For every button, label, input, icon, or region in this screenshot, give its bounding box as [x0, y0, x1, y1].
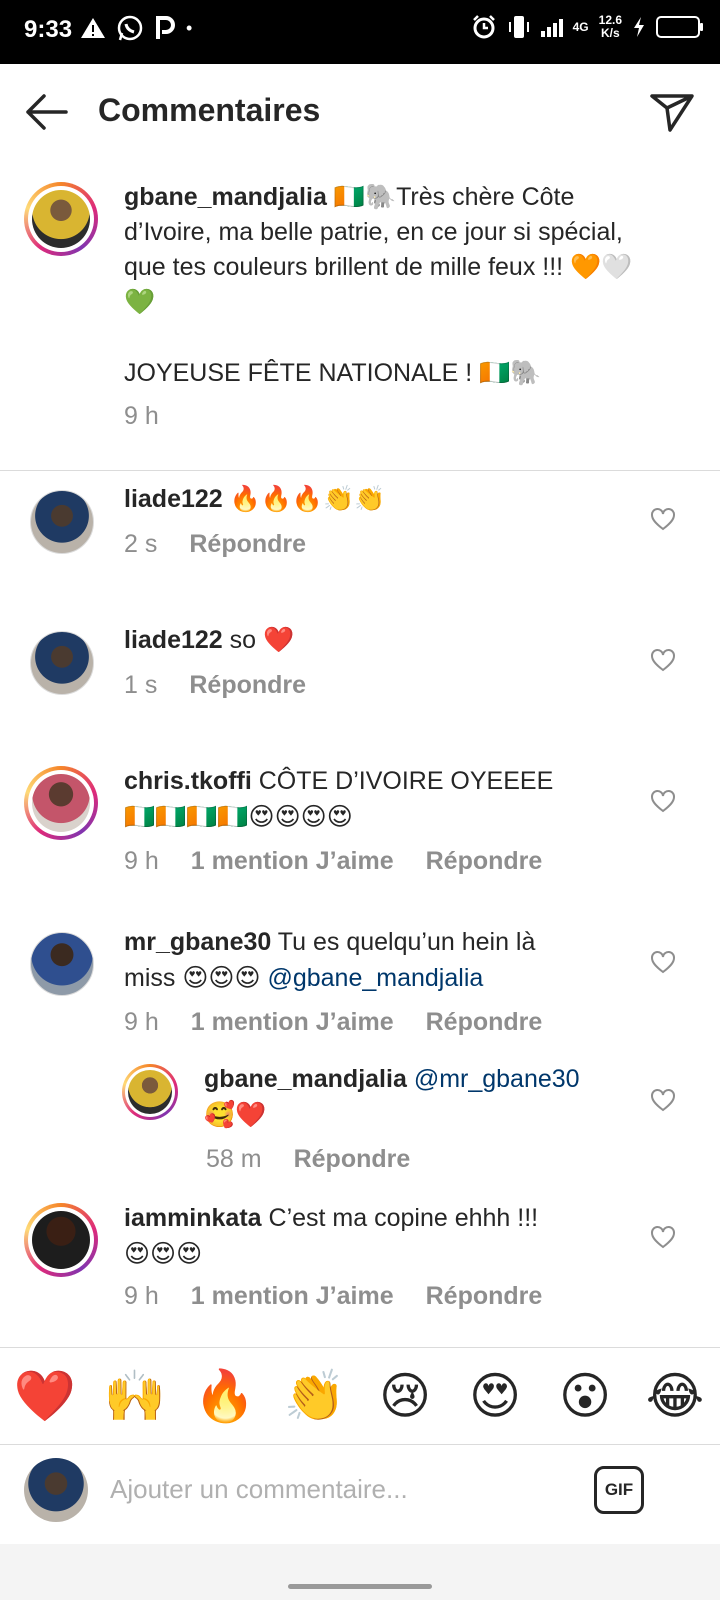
comment-text: iamminkata C’est ma copine ehhh !!! — [124, 1201, 644, 1236]
status-dot: • — [186, 17, 193, 38]
my-avatar — [24, 1458, 88, 1522]
gif-button[interactable]: GIF — [594, 1466, 644, 1514]
comment-time: 9 h — [124, 1008, 159, 1036]
reply-meta: 58 m Répondre — [206, 1145, 410, 1174]
direct-send-icon[interactable] — [648, 90, 696, 134]
comment-input[interactable]: Ajouter un commentaire... — [110, 1474, 408, 1505]
comment-username[interactable]: chris.tkoffi — [124, 767, 252, 795]
comment-username[interactable]: liade122 — [124, 485, 223, 513]
reaction-raised-hands[interactable]: 🙌 — [100, 1367, 170, 1426]
quick-reactions-bar: ❤️ 🙌 🔥 👏 😢 😍 😮 😂 — [0, 1347, 720, 1445]
reaction-fire[interactable]: 🔥 — [190, 1367, 260, 1426]
caption-text: gbane_mandjalia 🇨🇮🐘Très chère Côte d’Ivo… — [124, 180, 644, 320]
avatar[interactable] — [30, 932, 94, 996]
reaction-heart-eyes[interactable]: 😍 — [460, 1367, 530, 1425]
comment-username[interactable]: liade122 — [124, 626, 223, 654]
reaction-surprised[interactable]: 😮 — [550, 1367, 620, 1425]
comment-text: liade122 so ❤️ — [124, 623, 644, 658]
mention-link[interactable]: @gbane_mandjalia — [267, 964, 483, 992]
warning-icon — [81, 18, 105, 38]
status-bar: 9:33 • 4G 12.6 K/s — [0, 0, 720, 64]
avatar[interactable] — [24, 1203, 98, 1277]
comment-body: Tu es quelqu’un hein là — [277, 928, 536, 956]
caption-text-2: JOYEUSE FÊTE NATIONALE ! 🇨🇮🐘 — [124, 359, 542, 387]
comment-body: so ❤️ — [229, 626, 295, 654]
notification-icons: • — [80, 14, 192, 42]
comment-meta: 9 h 1 mention J’aime Répondre — [124, 1008, 542, 1037]
comment-text: mr_gbane30 Tu es quelqu’un hein là — [124, 925, 644, 960]
header: Commentaires — [0, 64, 720, 160]
comment-body-2: miss 😍😍😍 — [124, 964, 261, 992]
comment-time: 1 s — [124, 671, 158, 699]
parking-icon — [156, 16, 175, 39]
caption-time: 9 h — [124, 402, 159, 430]
reply-username[interactable]: gbane_mandjalia — [204, 1065, 407, 1093]
comment-text-2: miss 😍😍😍 @gbane_mandjalia — [124, 961, 483, 996]
system-icons: 4G 12.6 K/s — [471, 14, 703, 40]
reply-button[interactable]: Répondre — [189, 671, 306, 700]
battery-icon — [656, 16, 703, 38]
signal-icon — [540, 17, 563, 37]
like-heart-icon[interactable] — [650, 789, 676, 813]
comment-meta: 1 s Répondre — [124, 671, 306, 700]
back-arrow-icon[interactable] — [22, 90, 70, 134]
comment-text-2: 🇨🇮🇨🇮🇨🇮🇨🇮😍😍😍😍 — [124, 803, 353, 831]
avatar[interactable] — [30, 490, 94, 554]
system-nav-bar — [0, 1544, 720, 1600]
comment-body: 🔥🔥🔥👏👏 — [229, 485, 386, 513]
comment-meta: 2 s Répondre — [124, 530, 306, 559]
reply-button[interactable]: Répondre — [426, 1008, 543, 1037]
like-heart-icon[interactable] — [650, 1088, 676, 1112]
comment-body: C’est ma copine ehhh !!! — [268, 1204, 539, 1232]
comment-time: 9 h — [124, 847, 159, 875]
like-heart-icon[interactable] — [650, 507, 676, 531]
comment-text-2: 😍😍😍 — [124, 1240, 203, 1268]
comment-body: CÔTE D’IVOIRE OYEEEE — [258, 767, 554, 795]
reaction-laughing[interactable]: 😂 — [640, 1367, 710, 1425]
home-indicator[interactable] — [288, 1584, 432, 1589]
post-caption: gbane_mandjalia 🇨🇮🐘Très chère Côte d’Ivo… — [0, 160, 720, 471]
like-heart-icon[interactable] — [650, 950, 676, 974]
comment-username[interactable]: mr_gbane30 — [124, 928, 271, 956]
avatar[interactable] — [24, 766, 98, 840]
avatar[interactable] — [30, 631, 94, 695]
whatsapp-icon — [117, 15, 143, 41]
like-count[interactable]: 1 mention J’aime — [191, 847, 394, 876]
reply-text: gbane_mandjalia @mr_gbane30 — [204, 1062, 644, 1097]
avatar[interactable] — [122, 1064, 178, 1120]
comment-username[interactable]: iamminkata — [124, 1204, 262, 1232]
charging-icon — [634, 17, 644, 37]
comment-meta: 9 h 1 mention J’aime Répondre — [124, 847, 542, 876]
reaction-heart[interactable]: ❤️ — [10, 1367, 80, 1426]
reply-button[interactable]: Répondre — [294, 1145, 411, 1174]
caption-username[interactable]: gbane_mandjalia — [124, 183, 327, 211]
like-heart-icon[interactable] — [650, 1225, 676, 1249]
reaction-clap[interactable]: 👏 — [280, 1367, 350, 1426]
speed-unit: K/s — [600, 26, 620, 40]
reply-text-2: 🥰❤️ — [204, 1101, 267, 1129]
network-speed: 12.6 K/s — [599, 14, 622, 40]
reply-button[interactable]: Répondre — [426, 847, 543, 876]
comment-composer: Ajouter un commentaire... GIF — [0, 1444, 720, 1544]
reply-button[interactable]: Répondre — [426, 1282, 543, 1311]
reply-button[interactable]: Répondre — [189, 530, 306, 559]
comment-text: liade122 🔥🔥🔥👏👏 — [124, 482, 644, 517]
avatar[interactable] — [24, 182, 98, 256]
comment-meta: 9 h 1 mention J’aime Répondre — [124, 1282, 542, 1311]
status-time: 9:33 — [24, 16, 73, 43]
reaction-crying[interactable]: 😢 — [370, 1367, 440, 1425]
comment-time: 9 h — [124, 1282, 159, 1310]
comment-time: 2 s — [124, 530, 158, 558]
caption-meta: 9 h — [124, 402, 159, 431]
reply-time: 58 m — [206, 1145, 262, 1173]
like-count[interactable]: 1 mention J’aime — [191, 1282, 394, 1311]
mention-link[interactable]: @mr_gbane30 — [414, 1065, 580, 1093]
network-type: 4G — [572, 20, 589, 34]
alarm-icon — [472, 15, 495, 39]
vibrate-icon — [508, 16, 529, 38]
like-heart-icon[interactable] — [650, 648, 676, 672]
comment-text: chris.tkoffi CÔTE D’IVOIRE OYEEEE — [124, 764, 644, 799]
page-title: Commentaires — [98, 92, 321, 128]
like-count[interactable]: 1 mention J’aime — [191, 1008, 394, 1037]
